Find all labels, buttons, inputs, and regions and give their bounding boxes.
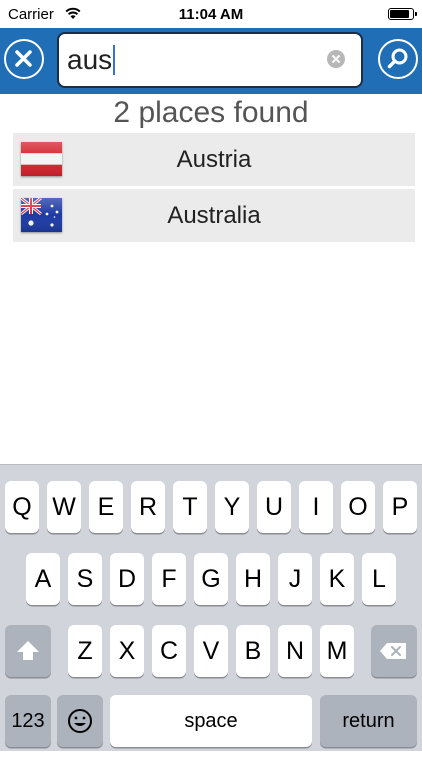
key-j[interactable]: J: [278, 553, 312, 605]
key-i[interactable]: I: [299, 481, 333, 533]
key-s[interactable]: S: [68, 553, 102, 605]
key-x[interactable]: X: [110, 625, 144, 677]
search-input[interactable]: aus: [57, 32, 363, 88]
key-c[interactable]: C: [152, 625, 186, 677]
key-t[interactable]: T: [173, 481, 207, 533]
key-r[interactable]: R: [131, 481, 165, 533]
result-name: Australia: [167, 202, 261, 229]
shift-key[interactable]: [5, 625, 51, 677]
key-d[interactable]: D: [110, 553, 144, 605]
key-h[interactable]: H: [236, 553, 270, 605]
key-b[interactable]: B: [236, 625, 270, 677]
emoji-key[interactable]: [57, 695, 103, 747]
backspace-icon: [380, 643, 406, 659]
key-f[interactable]: F: [152, 553, 186, 605]
keyboard: Q W E R T Y U I O P A S D F G H J K L Z …: [0, 464, 422, 751]
key-a[interactable]: A: [26, 553, 60, 605]
search-bar: aus: [0, 28, 422, 94]
results-count: 2 places found: [113, 96, 309, 129]
space-key[interactable]: space: [110, 695, 312, 747]
cancel-button[interactable]: [4, 39, 44, 79]
key-u[interactable]: U: [257, 481, 291, 533]
close-icon: [15, 50, 32, 67]
key-m[interactable]: M: [320, 625, 354, 677]
shift-icon: [17, 641, 39, 660]
key-o[interactable]: O: [341, 481, 375, 533]
key-n[interactable]: N: [278, 625, 312, 677]
key-v[interactable]: V: [194, 625, 228, 677]
key-e[interactable]: E: [89, 481, 123, 533]
return-key[interactable]: return: [320, 695, 417, 747]
key-z[interactable]: Z: [68, 625, 102, 677]
search-query: aus: [67, 44, 113, 75]
result-row-australia[interactable]: Australia: [13, 189, 415, 242]
delete-key[interactable]: [371, 625, 417, 677]
text-cursor: [113, 45, 116, 75]
key-p[interactable]: P: [383, 481, 417, 533]
key-l[interactable]: L: [362, 553, 396, 605]
key-y[interactable]: Y: [215, 481, 249, 533]
key-w[interactable]: W: [47, 481, 81, 533]
key-q[interactable]: Q: [5, 481, 39, 533]
key-g[interactable]: G: [194, 553, 228, 605]
clock: 11:04 AM: [178, 6, 244, 23]
battery-icon: [388, 8, 417, 20]
result-row-austria[interactable]: Austria: [13, 133, 415, 186]
magnifier-icon: [387, 48, 408, 69]
numbers-key[interactable]: 123: [5, 695, 51, 747]
status-bar: Carrier 11:04 AM: [0, 0, 422, 28]
result-name: Austria: [176, 146, 252, 173]
emoji-icon: [68, 709, 92, 733]
clear-text-icon[interactable]: [327, 50, 345, 68]
key-k[interactable]: K: [320, 553, 354, 605]
search-button[interactable]: [378, 39, 418, 79]
